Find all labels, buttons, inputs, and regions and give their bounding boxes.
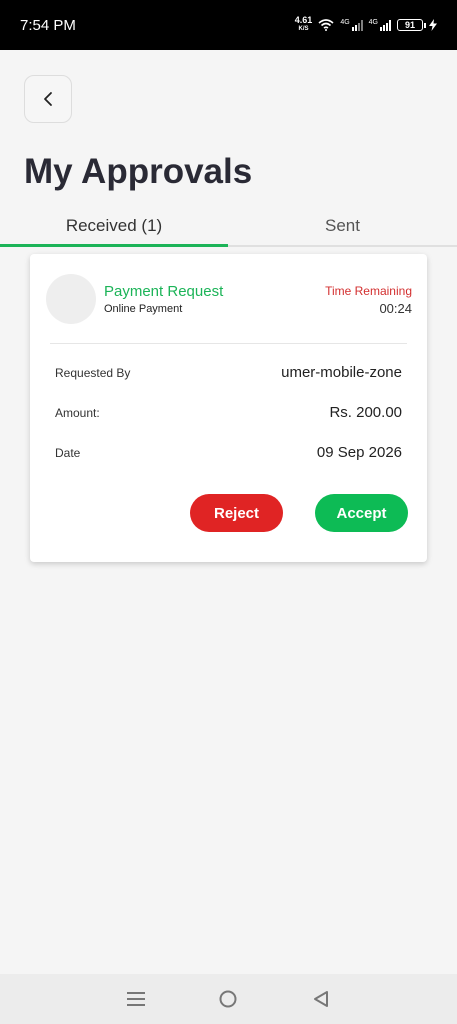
nav-recents-button[interactable]	[124, 987, 148, 1011]
tab-received[interactable]: Received (1)	[0, 205, 228, 247]
detail-row-requested-by: Requested By umer-mobile-zone	[55, 364, 402, 381]
sim2-network-type: 4G	[368, 19, 378, 26]
network-speed-unit: K/S	[298, 26, 309, 32]
detail-label: Date	[55, 445, 81, 460]
triangle-back-icon	[313, 991, 328, 1007]
detail-row-amount: Amount: Rs. 200.00	[55, 404, 402, 421]
reject-button[interactable]: Reject	[190, 494, 283, 532]
avatar	[46, 274, 96, 324]
battery-level: 91	[404, 20, 415, 30]
detail-value: 09 Sep 2026	[316, 444, 402, 461]
page-title: My Approvals	[24, 152, 253, 191]
detail-label: Amount:	[55, 405, 100, 420]
detail-label: Requested By	[55, 365, 131, 380]
home-circle-icon	[219, 990, 237, 1008]
nav-back-button[interactable]	[309, 987, 333, 1011]
approval-card: Payment Request Online Payment Time Rema…	[30, 254, 427, 562]
network-speed: 4.61 K/S	[295, 16, 313, 34]
detail-value: Rs. 200.00	[329, 404, 402, 421]
detail-value: umer-mobile-zone	[281, 364, 402, 381]
status-time: 7:54 PM	[20, 16, 76, 34]
wifi-icon	[318, 19, 334, 31]
tab-sent[interactable]: Sent	[228, 205, 457, 245]
menu-icon	[127, 992, 146, 1006]
detail-row-date: Date 09 Sep 2026	[55, 444, 402, 461]
sim1-network-type: 4G	[340, 19, 350, 26]
time-remaining-value: 00:24	[379, 301, 412, 316]
network-speed-value: 4.61	[294, 15, 313, 25]
signal-icon-sim2: 4G	[369, 19, 391, 31]
tab-bar: Received (1) Sent	[0, 205, 457, 247]
request-title: Payment Request	[104, 283, 224, 300]
system-nav-bar	[0, 974, 457, 1024]
card-divider	[50, 343, 407, 344]
chevron-left-icon	[44, 92, 52, 106]
status-icons: 4.61 K/S 4G 4G 91	[295, 16, 437, 34]
request-subtitle: Online Payment	[104, 303, 183, 315]
back-button[interactable]	[24, 75, 72, 123]
battery-icon: 91	[397, 19, 426, 31]
accept-button[interactable]: Accept	[315, 494, 408, 532]
nav-home-button[interactable]	[216, 987, 240, 1011]
time-remaining-label: Time Remaining	[325, 284, 412, 298]
signal-icon-sim1: 4G	[340, 19, 363, 31]
status-bar: 7:54 PM 4.61 K/S 4G 4G 91	[0, 0, 457, 50]
charging-icon	[429, 19, 437, 31]
